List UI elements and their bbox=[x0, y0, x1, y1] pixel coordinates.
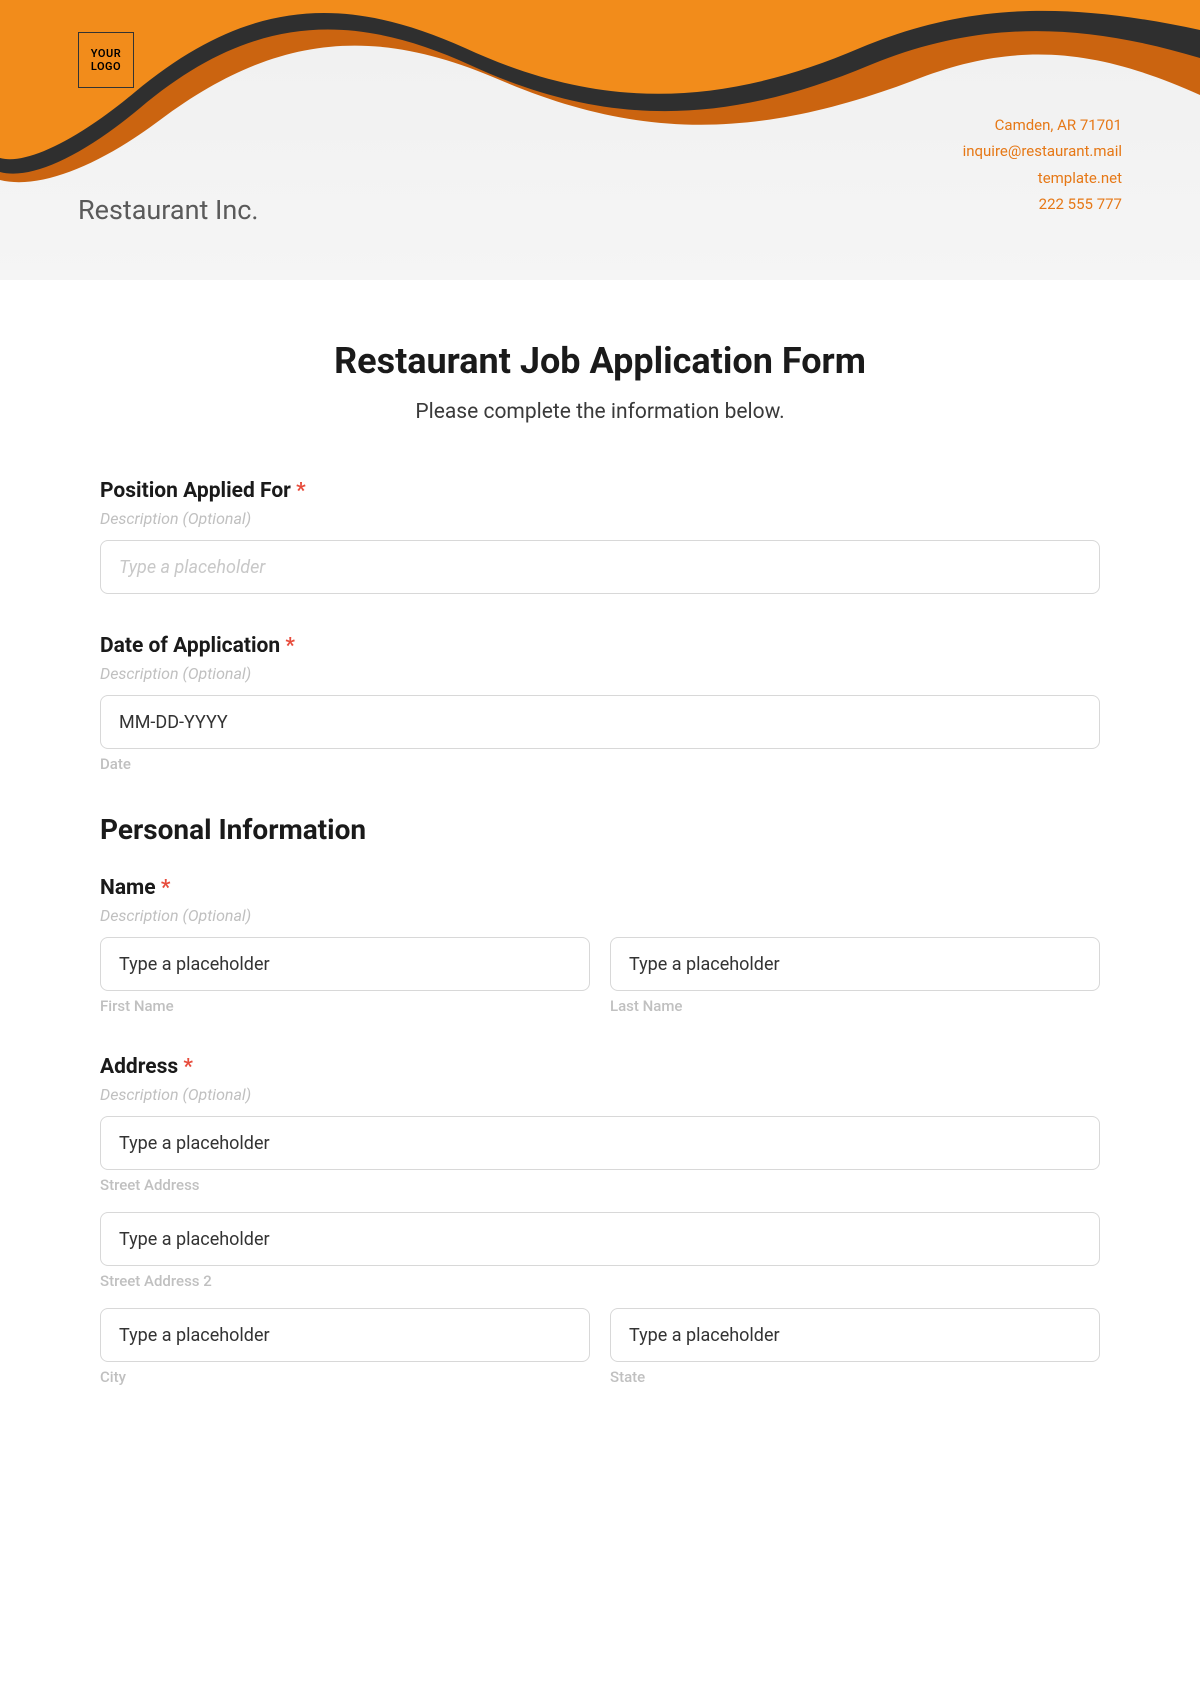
name-label-text: Name bbox=[100, 876, 156, 900]
logo-text: YOUR LOGO bbox=[91, 47, 121, 73]
field-address: Address * Description (Optional) Street … bbox=[100, 1055, 1100, 1386]
field-date: Date of Application * Description (Optio… bbox=[100, 634, 1100, 773]
name-label: Name * bbox=[100, 876, 1100, 900]
date-label: Date of Application * bbox=[100, 634, 1100, 658]
street-sublabel: Street Address bbox=[100, 1176, 1100, 1194]
address-label-text: Address bbox=[100, 1055, 178, 1079]
street2-sublabel: Street Address 2 bbox=[100, 1272, 1100, 1290]
city-sublabel: City bbox=[100, 1368, 590, 1386]
form-title: Restaurant Job Application Form bbox=[100, 340, 1100, 382]
form-subtitle: Please complete the information below. bbox=[100, 400, 1100, 424]
contact-block: Camden, AR 71701 inquire@restaurant.mail… bbox=[963, 112, 1122, 217]
contact-site: template.net bbox=[963, 165, 1122, 191]
required-mark: * bbox=[296, 479, 306, 503]
personal-info-heading: Personal Information bbox=[100, 813, 1100, 846]
contact-address: Camden, AR 71701 bbox=[963, 112, 1122, 138]
address-desc: Description (Optional) bbox=[100, 1085, 1100, 1104]
position-label: Position Applied For * bbox=[100, 479, 1100, 503]
logo-placeholder: YOUR LOGO bbox=[78, 32, 134, 88]
position-label-text: Position Applied For bbox=[100, 479, 291, 503]
date-desc: Description (Optional) bbox=[100, 664, 1100, 683]
header-banner: YOUR LOGO Restaurant Inc. Camden, AR 717… bbox=[0, 0, 1200, 280]
position-desc: Description (Optional) bbox=[100, 509, 1100, 528]
first-name-input[interactable] bbox=[100, 937, 590, 991]
required-mark: * bbox=[183, 1055, 193, 1079]
state-input[interactable] bbox=[610, 1308, 1100, 1362]
last-name-input[interactable] bbox=[610, 937, 1100, 991]
position-input[interactable] bbox=[100, 540, 1100, 594]
form-body: Restaurant Job Application Form Please c… bbox=[0, 280, 1200, 1466]
company-name: Restaurant Inc. bbox=[78, 194, 259, 226]
address-label: Address * bbox=[100, 1055, 1100, 1079]
date-label-text: Date of Application bbox=[100, 634, 280, 658]
city-input[interactable] bbox=[100, 1308, 590, 1362]
first-name-sublabel: First Name bbox=[100, 997, 590, 1015]
date-sublabel: Date bbox=[100, 755, 1100, 773]
last-name-sublabel: Last Name bbox=[610, 997, 1100, 1015]
date-input[interactable] bbox=[100, 695, 1100, 749]
contact-email: inquire@restaurant.mail bbox=[963, 138, 1122, 164]
name-desc: Description (Optional) bbox=[100, 906, 1100, 925]
field-position: Position Applied For * Description (Opti… bbox=[100, 479, 1100, 594]
contact-phone: 222 555 777 bbox=[963, 191, 1122, 217]
street-input[interactable] bbox=[100, 1116, 1100, 1170]
state-sublabel: State bbox=[610, 1368, 1100, 1386]
street2-input[interactable] bbox=[100, 1212, 1100, 1266]
required-mark: * bbox=[285, 634, 295, 658]
required-mark: * bbox=[161, 876, 171, 900]
field-name: Name * Description (Optional) First Name… bbox=[100, 876, 1100, 1015]
